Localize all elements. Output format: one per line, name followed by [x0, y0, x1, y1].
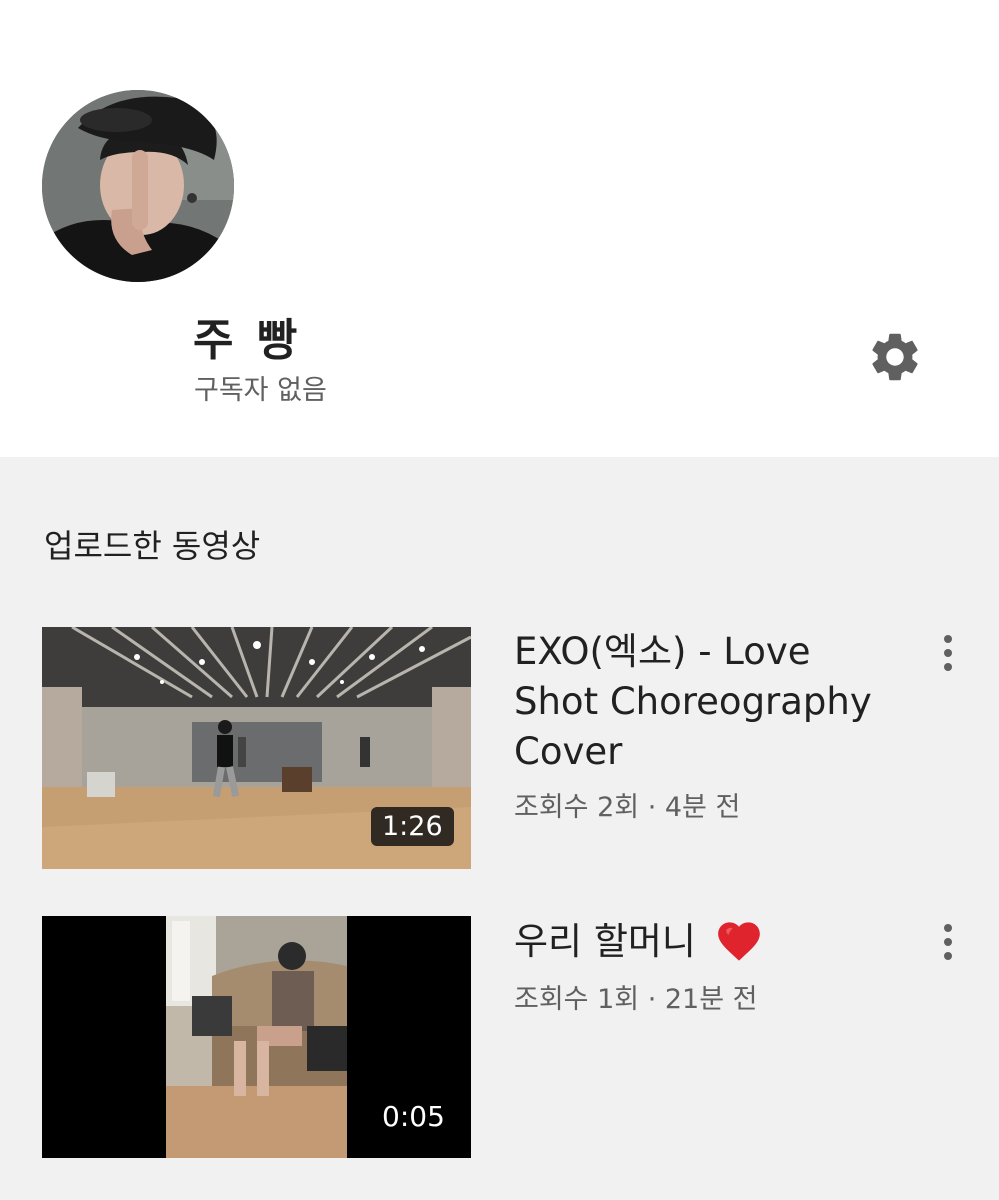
video-thumbnail[interactable]: 1:26 — [42, 627, 471, 869]
channel-avatar[interactable] — [42, 90, 234, 282]
channel-header: 주 빵 구독자 없음 — [0, 0, 999, 457]
channel-name: 주 빵 — [193, 315, 302, 366]
video-duration: 1:26 — [371, 807, 454, 846]
section-title: 업로드한 동영상 — [44, 527, 261, 565]
video-duration: 0:05 — [382, 1100, 445, 1133]
red-heart-emoji — [717, 922, 760, 961]
more-vertical-icon[interactable] — [936, 633, 960, 673]
gear-icon-graphic — [872, 333, 918, 381]
video-thumbnail[interactable]: 0:05 — [42, 916, 471, 1158]
video-item[interactable]: 1:26 EXO(엑소) - Love Shot Choreography Co… — [0, 627, 999, 871]
video-meta: 조회수 1회 · 21분 전 — [514, 984, 758, 1015]
more-vertical-icon[interactable] — [936, 922, 960, 962]
video-item[interactable]: 0:05 우리 할머니 조회수 1회 · 21분 전 — [0, 916, 999, 1160]
gear-icon[interactable] — [866, 328, 924, 386]
video-meta: 조회수 2회 · 4분 전 — [514, 792, 741, 823]
subscriber-count: 구독자 없음 — [194, 375, 327, 406]
video-title[interactable]: EXO(엑소) - Love Shot Choreography Cover — [514, 627, 894, 777]
video-title[interactable]: 우리 할머니 — [514, 916, 894, 967]
avatar-photo — [42, 90, 234, 282]
uploads-section: 업로드한 동영상 1:26 EXO(엑소) - Love Shot Choreo… — [0, 457, 999, 1200]
video-title-text: 우리 할머니 — [514, 920, 696, 963]
